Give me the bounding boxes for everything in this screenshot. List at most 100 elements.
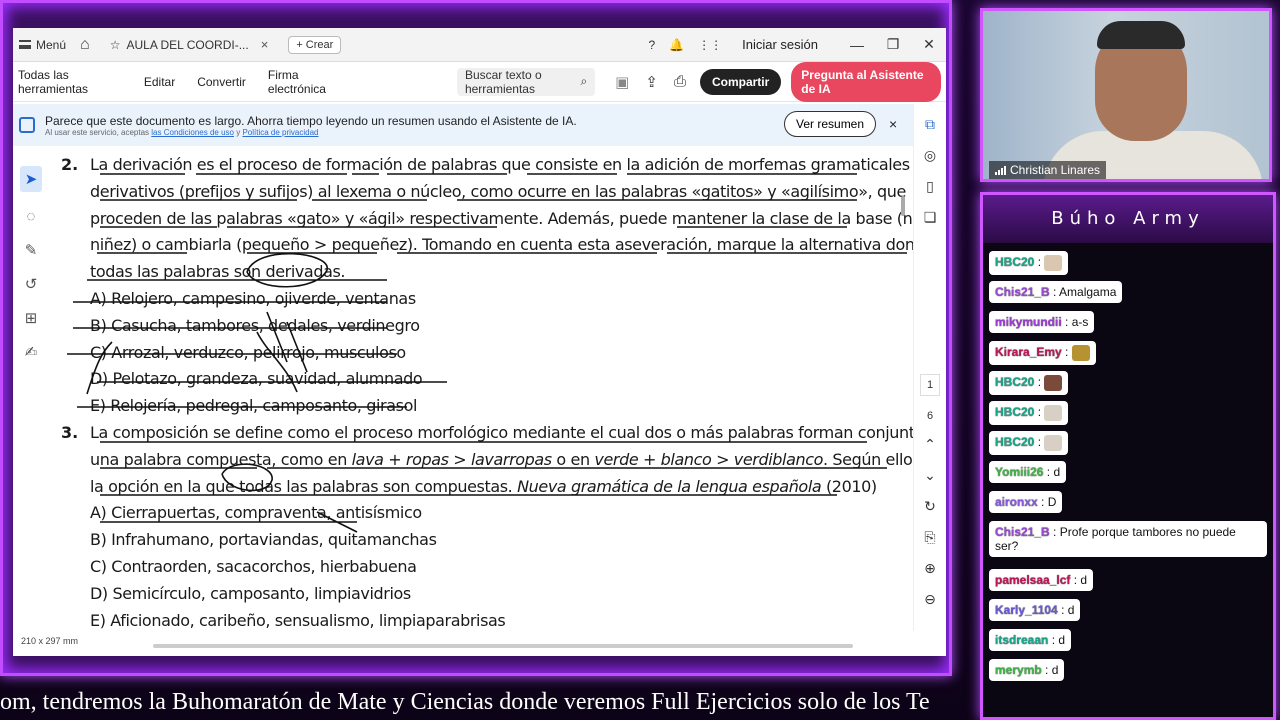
- hamburger-icon: [19, 40, 31, 49]
- chat-panel: Búho Army HBC20 : Chis21_B : Amalgama mik…: [980, 192, 1276, 720]
- q2-number: 2.: [61, 155, 79, 174]
- chat-message-row: HBC20 :: [989, 401, 1269, 431]
- stream-layout: Menú ⌂ ☆ AULA DEL COORDI-... × + Crear ?…: [0, 0, 1280, 720]
- tool-convert[interactable]: Convertir: [197, 75, 246, 89]
- tools-bar: Todas las herramientas Editar Convertir …: [13, 61, 946, 102]
- chat-username[interactable]: Karly_1104: [995, 603, 1058, 617]
- chat-username[interactable]: Kirara_Emy: [995, 345, 1062, 359]
- search-icon: ⌕: [580, 74, 588, 88]
- chat-username[interactable]: itsdreaan: [995, 633, 1048, 647]
- login-link[interactable]: Iniciar sesión: [742, 37, 818, 52]
- tool-edit[interactable]: Editar: [144, 75, 175, 89]
- chat-message-row: Karly_1104 : d: [989, 599, 1269, 629]
- left-tool-rail: ➤ ◌ ✎ ↺ ⊞ ✍: [13, 146, 49, 631]
- chat-text: D: [1047, 495, 1057, 509]
- chat-username[interactable]: pamelsaa_lcf: [995, 573, 1070, 587]
- q2-line: todas las palabras son derivadas.: [90, 262, 346, 282]
- view-summary-button[interactable]: Ver resumen: [784, 111, 877, 137]
- terms-link[interactable]: las Condiciones de uso: [151, 128, 234, 137]
- banner-terms-pre: Al usar este servicio, aceptas: [45, 127, 152, 137]
- tool-all[interactable]: Todas las herramientas: [18, 68, 122, 96]
- home-icon[interactable]: ⌂: [80, 36, 90, 54]
- chevron-up-icon[interactable]: ⌃: [924, 436, 936, 453]
- sign-icon[interactable]: ✍: [25, 343, 38, 361]
- chat-message-row: Yomiii26 : d: [989, 461, 1269, 491]
- lasso-icon[interactable]: ↺: [25, 275, 38, 293]
- export-icon[interactable]: ⎘: [924, 529, 935, 546]
- q3-line: una palabra compuesta, como en lava + ro…: [90, 447, 946, 474]
- help-icon[interactable]: ?: [648, 38, 655, 52]
- print-icon[interactable]: ⎙: [674, 73, 686, 91]
- zoom-out-icon[interactable]: ⊖: [924, 591, 936, 608]
- ai-panel-icon[interactable]: ⧉: [925, 116, 935, 133]
- chat-username[interactable]: HBC20: [995, 255, 1034, 269]
- close-window-icon[interactable]: ✕: [918, 36, 940, 53]
- menu-button[interactable]: Menú: [19, 38, 66, 52]
- q2-line: proceden de las palabras «gato» y «ágil»…: [90, 208, 946, 228]
- title-bar: Menú ⌂ ☆ AULA DEL COORDI-... × + Crear ?…: [13, 28, 946, 62]
- chat-message: Chis21_B : Profe porque tambores no pued…: [989, 521, 1267, 557]
- q3-source: Nueva gramática de la lengua española: [517, 476, 822, 496]
- q3-number: 3.: [61, 423, 79, 442]
- tab-close-icon[interactable]: ×: [261, 37, 269, 52]
- zoom-in-icon[interactable]: ⊕: [924, 560, 936, 577]
- star-icon[interactable]: ☆: [110, 38, 121, 52]
- ai-assistant-button[interactable]: Pregunta al Asistente de IA: [791, 61, 941, 102]
- minimize-icon[interactable]: —: [846, 37, 868, 53]
- chat-message-row: HBC20 :: [989, 371, 1269, 401]
- tool-sign[interactable]: Firma electrónica: [268, 68, 345, 96]
- q3-option: B) Infrahumano, portaviandas, quitamanch…: [90, 530, 437, 550]
- chat-username[interactable]: HBC20: [995, 405, 1034, 419]
- chat-username[interactable]: Chis21_B: [995, 285, 1050, 299]
- chat-username[interactable]: Yomiii26: [995, 465, 1043, 479]
- chat-username[interactable]: mikymundii: [995, 315, 1062, 329]
- chat-text: a-s: [1071, 315, 1089, 329]
- chat-message: HBC20 :: [989, 251, 1069, 275]
- chat-message-row: mikymundii : a-s: [989, 311, 1269, 341]
- chevron-down-icon[interactable]: ⌄: [924, 467, 936, 484]
- chat-message: itsdreaan : d: [989, 629, 1072, 651]
- search-input[interactable]: Buscar texto o herramientas ⌕: [456, 67, 596, 96]
- chat-message: Yomiii26 : d: [989, 461, 1067, 483]
- current-page[interactable]: 1: [919, 374, 941, 396]
- comment-icon[interactable]: ◌: [27, 208, 36, 225]
- banner-text: Parece que este documento es largo. Ahor…: [45, 113, 577, 128]
- chat-username[interactable]: HBC20: [995, 375, 1034, 389]
- text-select-icon[interactable]: ⊞: [25, 309, 38, 327]
- chat-username[interactable]: aironxx: [995, 495, 1038, 509]
- banner-close-icon[interactable]: ×: [889, 116, 897, 132]
- chat-message: Chis21_B : Amalgama: [989, 281, 1123, 303]
- save-icon[interactable]: ▣: [615, 73, 629, 91]
- chat-separator: :: [1048, 633, 1059, 647]
- chat-username[interactable]: Chis21_B: [995, 525, 1050, 539]
- pen-icon[interactable]: ✎: [25, 241, 38, 259]
- create-button[interactable]: + Crear: [288, 35, 342, 54]
- bookmark-icon[interactable]: ▯: [926, 178, 934, 195]
- emote-icon: [1044, 255, 1063, 271]
- chat-message: Kirara_Emy :: [989, 341, 1096, 365]
- news-ticker: om, tendremos la Buhomaratón de Mate y C…: [0, 689, 930, 715]
- q3-example: lava + ropas > lavarropas: [351, 449, 553, 469]
- chat-message: merymb : d: [989, 659, 1065, 681]
- bell-icon[interactable]: 🔔: [669, 38, 684, 52]
- privacy-link[interactable]: Política de privacidad: [242, 128, 318, 137]
- document-tab[interactable]: ☆ AULA DEL COORDI-... ×: [102, 32, 277, 58]
- restore-icon[interactable]: ❐: [882, 36, 904, 53]
- cursor-icon[interactable]: ➤: [19, 166, 43, 192]
- chat-icon[interactable]: ◎: [924, 147, 936, 164]
- horizontal-scrollbar[interactable]: [153, 644, 853, 648]
- banner-text-block: Parece que este documento es largo. Ahor…: [45, 114, 577, 137]
- chat-separator: :: [1049, 525, 1060, 539]
- chat-username[interactable]: HBC20: [995, 435, 1034, 449]
- refresh-icon[interactable]: ↻: [924, 498, 936, 515]
- chat-text: d: [1080, 573, 1088, 587]
- apps-grid-icon[interactable]: ⋮⋮: [698, 38, 722, 52]
- chat-message-row: HBC20 :: [989, 251, 1269, 281]
- vertical-scrollbar[interactable]: [901, 196, 905, 216]
- chat-message: HBC20 :: [989, 431, 1069, 455]
- chat-username[interactable]: merymb: [995, 663, 1042, 677]
- share-button[interactable]: Compartir: [699, 68, 782, 95]
- pages-icon[interactable]: ❏: [924, 209, 937, 226]
- chat-separator: :: [1041, 663, 1052, 677]
- upload-icon[interactable]: ⇪: [645, 73, 658, 91]
